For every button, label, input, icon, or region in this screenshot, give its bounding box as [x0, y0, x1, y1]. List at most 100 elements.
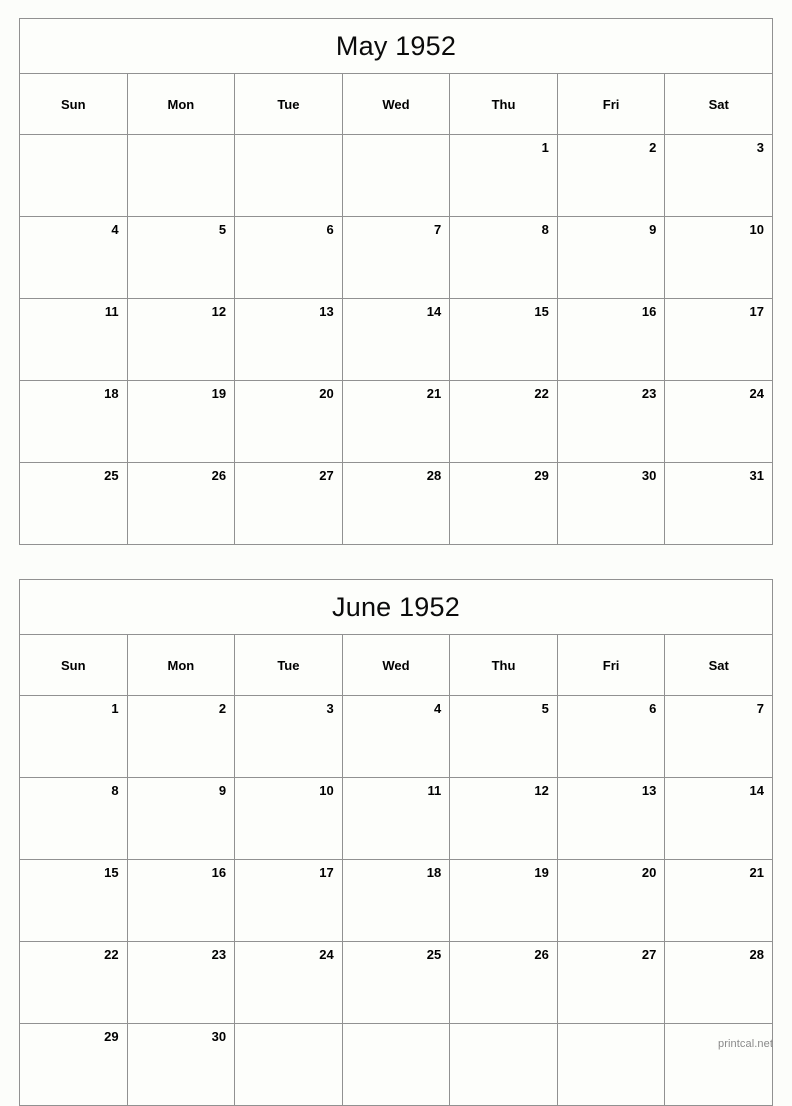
week-row: 1 2 3 4 5 6 7 — [19, 695, 773, 778]
day-cell[interactable]: 10 — [664, 216, 773, 299]
day-cell[interactable]: 29 — [449, 462, 558, 545]
day-cell[interactable]: 7 — [664, 695, 773, 778]
day-cell[interactable]: 5 — [449, 695, 558, 778]
day-cell[interactable]: 17 — [234, 859, 343, 942]
weekday-header-sun-1: Sun — [19, 634, 128, 696]
day-cell[interactable]: 15 — [19, 859, 128, 942]
day-cell[interactable]: 18 — [341, 859, 451, 942]
week-row: 1 2 3 — [19, 134, 773, 217]
calendar-title-row-0: May 1952 — [19, 18, 773, 74]
day-cell[interactable]: 30 — [126, 1023, 236, 1106]
day-cell[interactable]: 28 — [664, 941, 773, 1024]
day-cell[interactable]: 27 — [234, 462, 343, 545]
day-cell[interactable] — [341, 134, 451, 217]
day-cell[interactable]: 5 — [126, 216, 236, 299]
day-cell[interactable]: 6 — [234, 216, 343, 299]
day-cell[interactable]: 12 — [126, 298, 236, 381]
day-cell[interactable]: 12 — [449, 777, 558, 860]
day-cell[interactable]: 2 — [126, 695, 236, 778]
day-cell[interactable]: 14 — [341, 298, 451, 381]
day-cell[interactable]: 11 — [341, 777, 451, 860]
day-cell[interactable]: 23 — [126, 941, 236, 1024]
weekday-header-wed-1: Wed — [341, 634, 451, 696]
day-cell[interactable]: 22 — [449, 380, 558, 463]
day-cell[interactable]: 16 — [126, 859, 236, 942]
weekday-header-mon-0: Mon — [126, 73, 236, 135]
day-cell[interactable] — [19, 134, 128, 217]
day-cell[interactable] — [664, 1023, 773, 1106]
day-cell[interactable]: 25 — [19, 462, 128, 545]
day-cell[interactable]: 7 — [341, 216, 451, 299]
day-cell[interactable]: 3 — [664, 134, 773, 217]
day-cell[interactable]: 2 — [556, 134, 666, 217]
day-cell[interactable]: 4 — [19, 216, 128, 299]
day-cell[interactable] — [234, 1023, 343, 1106]
day-cell[interactable]: 31 — [664, 462, 773, 545]
day-cell[interactable]: 30 — [556, 462, 666, 545]
day-cell[interactable]: 24 — [664, 380, 773, 463]
calendar-header-group-1: June 1952 Sun Mon Tue Wed Thu Fri Sat — [19, 579, 773, 696]
day-cell[interactable]: 13 — [556, 777, 666, 860]
calendar-title-row-1: June 1952 — [19, 579, 773, 635]
weekday-header-mon-1: Mon — [126, 634, 236, 696]
week-row: 15 16 17 18 19 20 21 — [19, 859, 773, 942]
day-cell[interactable] — [556, 1023, 666, 1106]
weekday-header-thu-1: Thu — [449, 634, 558, 696]
calendar-body-0: 1 2 3 4 5 6 7 8 9 10 11 12 13 14 15 16 1… — [19, 134, 773, 545]
day-cell[interactable]: 21 — [664, 859, 773, 942]
month-title-0: May 1952 — [335, 30, 457, 61]
month-title-1: June 1952 — [332, 591, 460, 622]
day-cell[interactable]: 17 — [664, 298, 773, 381]
calendar-body-1: 1 2 3 4 5 6 7 8 9 10 11 12 13 14 15 16 1… — [19, 695, 773, 1106]
day-cell[interactable]: 16 — [556, 298, 666, 381]
day-cell[interactable]: 1 — [449, 134, 558, 217]
calendar-june-1952: June 1952 Sun Mon Tue Wed Thu Fri Sat 1 … — [19, 579, 773, 1106]
day-cell[interactable] — [341, 1023, 451, 1106]
weekday-header-sat-0: Sat — [664, 73, 773, 135]
weekday-header-sun-0: Sun — [19, 73, 128, 135]
day-cell[interactable]: 13 — [234, 298, 343, 381]
week-row: 4 5 6 7 8 9 10 — [19, 216, 773, 299]
day-cell[interactable]: 6 — [556, 695, 666, 778]
day-cell[interactable]: 26 — [449, 941, 558, 1024]
month-title-cell-1: June 1952 — [19, 579, 773, 635]
day-cell[interactable] — [449, 1023, 558, 1106]
weekday-header-row-0: Sun Mon Tue Wed Thu Fri Sat — [19, 73, 773, 135]
day-cell[interactable]: 1 — [19, 695, 128, 778]
week-row: 18 19 20 21 22 23 24 — [19, 380, 773, 463]
day-cell[interactable]: 24 — [234, 941, 343, 1024]
day-cell[interactable]: 14 — [664, 777, 773, 860]
day-cell[interactable]: 4 — [341, 695, 451, 778]
day-cell[interactable] — [234, 134, 343, 217]
weekday-header-wed-0: Wed — [341, 73, 451, 135]
day-cell[interactable]: 19 — [449, 859, 558, 942]
day-cell[interactable]: 15 — [449, 298, 558, 381]
day-cell[interactable]: 22 — [19, 941, 128, 1024]
day-cell[interactable]: 18 — [19, 380, 128, 463]
calendar-page: May 1952 Sun Mon Tue Wed Thu Fri Sat 1 2 — [0, 0, 792, 1106]
weekday-header-thu-0: Thu — [449, 73, 558, 135]
weekday-header-fri-1: Fri — [556, 634, 666, 696]
day-cell[interactable]: 9 — [126, 777, 236, 860]
day-cell[interactable]: 20 — [556, 859, 666, 942]
weekday-header-fri-0: Fri — [556, 73, 666, 135]
day-cell[interactable]: 21 — [341, 380, 451, 463]
calendar-may-1952: May 1952 Sun Mon Tue Wed Thu Fri Sat 1 2 — [19, 18, 773, 545]
day-cell[interactable]: 25 — [341, 941, 451, 1024]
day-cell[interactable]: 8 — [19, 777, 128, 860]
day-cell[interactable]: 19 — [126, 380, 236, 463]
day-cell[interactable]: 23 — [556, 380, 666, 463]
day-cell[interactable]: 27 — [556, 941, 666, 1024]
day-cell[interactable]: 3 — [234, 695, 343, 778]
day-cell[interactable]: 10 — [234, 777, 343, 860]
day-cell[interactable]: 9 — [556, 216, 666, 299]
week-row: 8 9 10 11 12 13 14 — [19, 777, 773, 860]
day-cell[interactable]: 20 — [234, 380, 343, 463]
day-cell[interactable]: 8 — [449, 216, 558, 299]
day-cell[interactable]: 26 — [126, 462, 236, 545]
day-cell[interactable]: 11 — [19, 298, 128, 381]
day-cell[interactable]: 28 — [341, 462, 451, 545]
day-cell[interactable]: 29 — [19, 1023, 128, 1106]
day-cell[interactable] — [126, 134, 236, 217]
site-watermark: printcal.net — [717, 1038, 773, 1050]
